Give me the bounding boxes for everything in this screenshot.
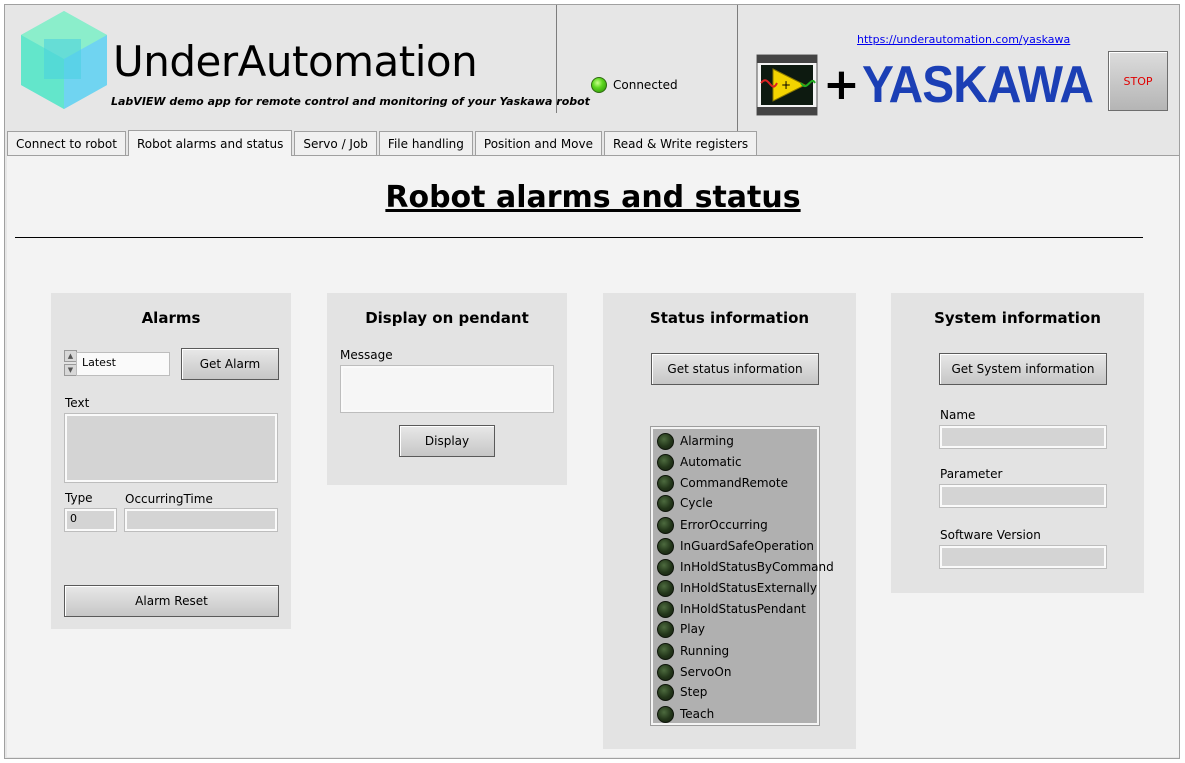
website-link[interactable]: https://underautomation.com/yaskawa bbox=[857, 33, 1070, 46]
page-title: Robot alarms and status bbox=[385, 180, 801, 215]
underautomation-logo-icon bbox=[21, 11, 107, 109]
tab-bar: Connect to robot Robot alarms and status… bbox=[7, 129, 759, 156]
status-indicator: Cycle bbox=[657, 493, 713, 513]
alarms-title: Alarms bbox=[141, 309, 201, 327]
brand-title: UnderAutomation bbox=[113, 37, 478, 86]
header-divider bbox=[737, 5, 738, 149]
status-panel: Status information Get status informatio… bbox=[603, 293, 856, 749]
software-version-label: Software Version bbox=[940, 528, 1041, 542]
status-indicator: Automatic bbox=[657, 452, 742, 472]
alarm-selector-spinner[interactable]: ▲ ▼ bbox=[64, 350, 77, 376]
title-divider bbox=[15, 237, 1143, 238]
status-indicator: Step bbox=[657, 682, 707, 702]
display-button[interactable]: Display bbox=[399, 425, 495, 457]
status-indicator: Teach bbox=[657, 704, 714, 724]
alarm-type-field: 0 bbox=[64, 508, 117, 532]
tagline: LabVIEW demo app for remote control and … bbox=[111, 95, 590, 108]
status-indicator: CommandRemote bbox=[657, 473, 788, 493]
connection-status: Connected bbox=[613, 78, 678, 92]
get-status-button[interactable]: Get status information bbox=[651, 353, 819, 385]
message-label: Message bbox=[340, 348, 393, 362]
status-indicator: InHoldStatusExternally bbox=[657, 578, 817, 598]
occurring-time-label: OccurringTime bbox=[125, 492, 213, 506]
svg-text:+: + bbox=[781, 78, 791, 92]
alarm-type-label: Type bbox=[65, 491, 93, 505]
led-off-icon bbox=[657, 642, 674, 660]
yaskawa-logo: + YASKAWA bbox=[823, 55, 1113, 115]
parameter-field bbox=[939, 484, 1107, 508]
led-off-icon bbox=[657, 620, 674, 638]
tab-file-handling[interactable]: File handling bbox=[378, 131, 473, 155]
status-title: Status information bbox=[649, 309, 810, 327]
tab-position-and-move[interactable]: Position and Move bbox=[474, 131, 602, 155]
occurring-time-field bbox=[124, 508, 278, 532]
status-indicator: Running bbox=[657, 641, 729, 661]
status-indicator: Play bbox=[657, 619, 705, 639]
stop-button[interactable]: STOP bbox=[1108, 51, 1168, 111]
alarm-reset-button[interactable]: Alarm Reset bbox=[64, 585, 279, 617]
led-off-icon bbox=[657, 558, 674, 576]
header-divider bbox=[556, 5, 557, 113]
led-off-icon bbox=[657, 474, 674, 492]
plus-sign: + bbox=[823, 59, 860, 110]
name-label: Name bbox=[940, 408, 976, 422]
led-off-icon bbox=[657, 516, 674, 534]
tab-content: Robot alarms and status Alarms ▲ ▼ Lates… bbox=[7, 155, 1179, 757]
alarm-selector-input[interactable]: Latest bbox=[76, 352, 170, 376]
status-indicator: ErrorOccurring bbox=[657, 515, 768, 535]
alarms-panel: Alarms ▲ ▼ Latest Get Alarm Text Type 0 … bbox=[51, 293, 291, 629]
led-off-icon bbox=[657, 432, 674, 450]
status-indicator: Alarming bbox=[657, 431, 734, 451]
led-off-icon bbox=[657, 663, 674, 681]
status-indicator: InHoldStatusPendant bbox=[657, 599, 806, 619]
tab-robot-alarms-and-status[interactable]: Robot alarms and status bbox=[127, 130, 293, 156]
tab-read-write-registers[interactable]: Read & Write registers bbox=[604, 131, 758, 155]
name-field bbox=[939, 425, 1107, 449]
pendant-title: Display on pendant bbox=[365, 309, 529, 327]
led-off-icon bbox=[657, 579, 674, 597]
alarm-text-label: Text bbox=[65, 396, 90, 410]
led-off-icon bbox=[657, 537, 674, 555]
get-alarm-button[interactable]: Get Alarm bbox=[181, 348, 279, 380]
parameter-label: Parameter bbox=[940, 467, 1003, 481]
tab-servo-job[interactable]: Servo / Job bbox=[294, 131, 377, 155]
system-panel: System information Get System informatio… bbox=[891, 293, 1144, 593]
led-off-icon bbox=[657, 683, 674, 701]
led-off-icon bbox=[657, 705, 674, 723]
led-off-icon bbox=[657, 494, 674, 512]
status-indicator: ServoOn bbox=[657, 662, 731, 682]
spin-up-icon[interactable]: ▲ bbox=[64, 350, 77, 362]
spin-down-icon[interactable]: ▼ bbox=[64, 364, 77, 376]
software-version-field bbox=[939, 545, 1107, 569]
tab-connect-to-robot[interactable]: Connect to robot bbox=[7, 131, 126, 155]
status-indicator: InHoldStatusByCommand bbox=[657, 557, 834, 577]
led-off-icon bbox=[657, 453, 674, 471]
message-input[interactable] bbox=[340, 365, 554, 413]
connection-led-icon bbox=[591, 77, 607, 93]
app-window: UnderAutomation LabVIEW demo app for rem… bbox=[4, 4, 1180, 759]
led-off-icon bbox=[657, 600, 674, 618]
alarm-text-field bbox=[64, 413, 278, 483]
get-system-info-button[interactable]: Get System information bbox=[939, 353, 1107, 385]
pendant-panel: Display on pendant Message Display bbox=[327, 293, 567, 485]
status-indicator-list: Alarming Automatic CommandRemote Cycle E… bbox=[650, 426, 834, 726]
yaskawa-wordmark: YASKAWA bbox=[861, 56, 1094, 114]
labview-icon: + bbox=[756, 54, 818, 116]
status-indicator: InGuardSafeOperation bbox=[657, 536, 814, 556]
system-title: System information bbox=[934, 309, 1101, 327]
